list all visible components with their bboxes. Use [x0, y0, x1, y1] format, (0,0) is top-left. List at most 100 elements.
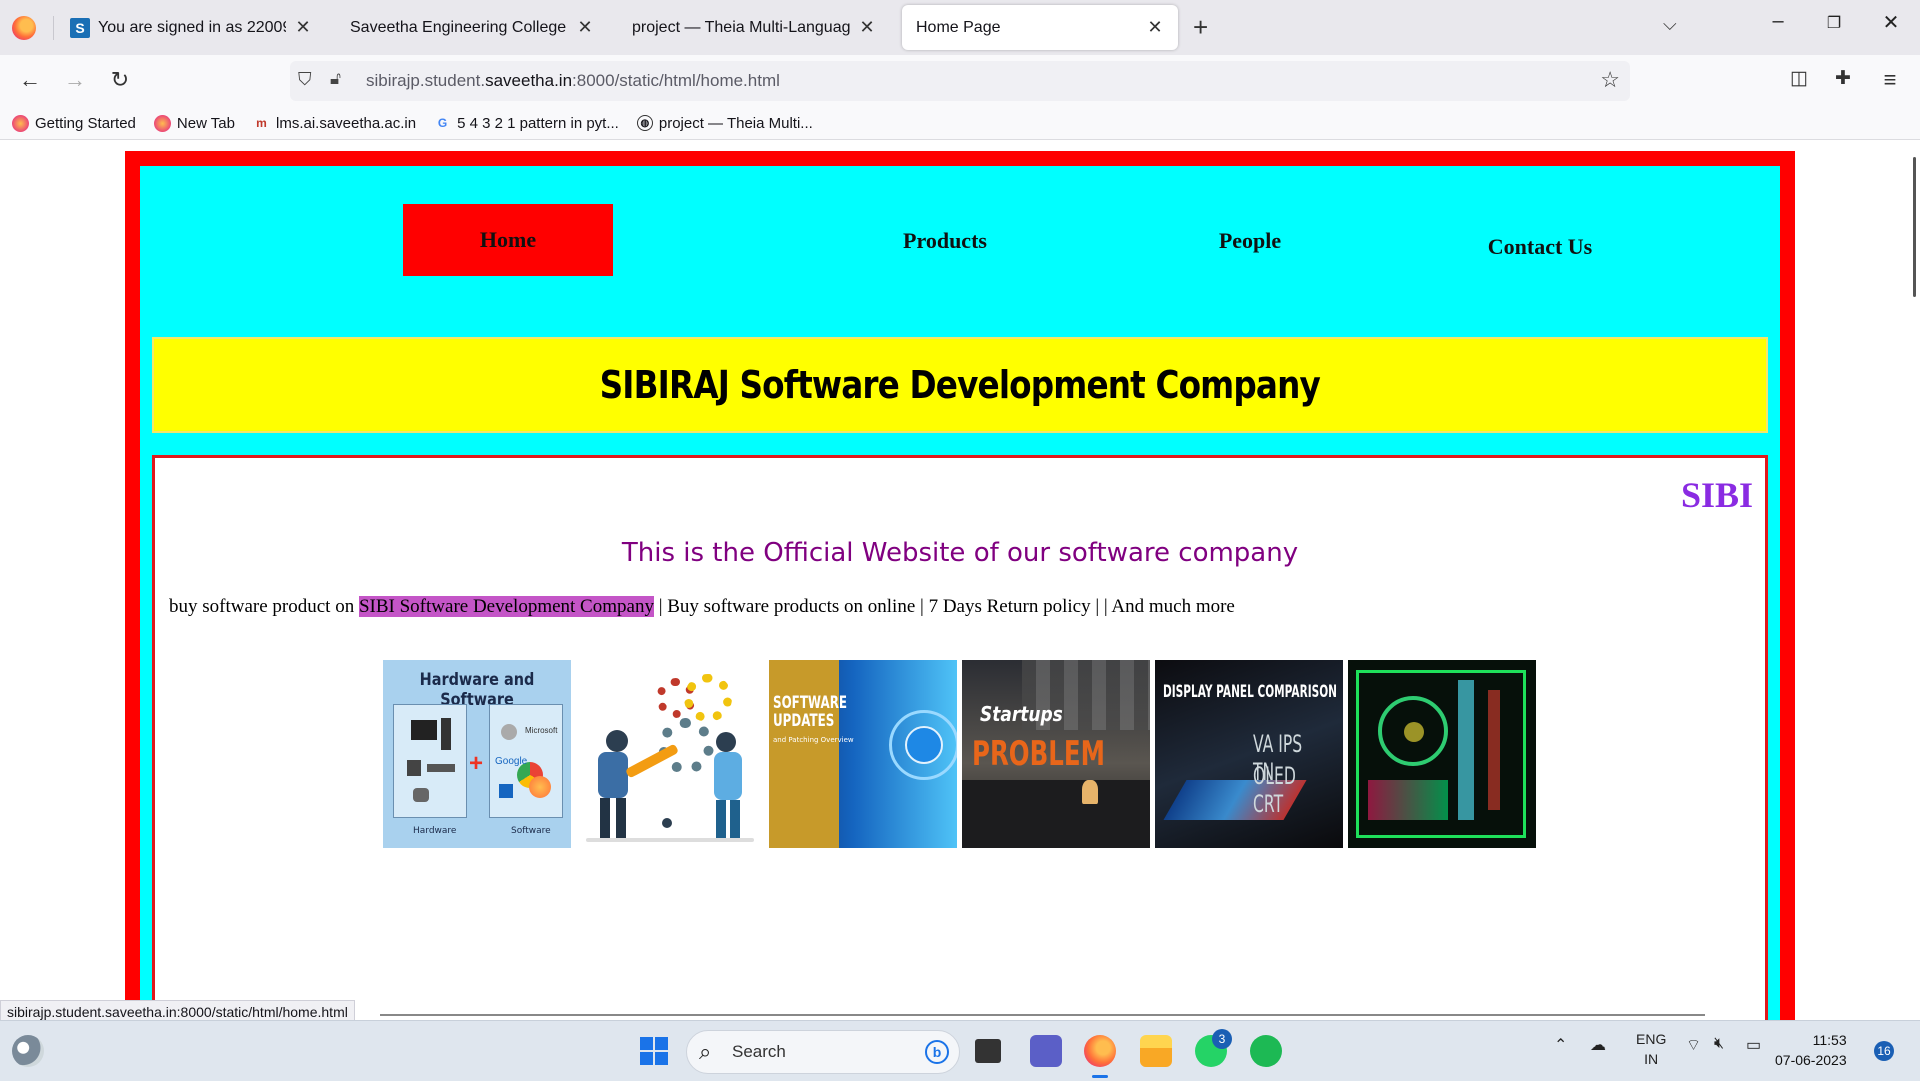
bookmark-project[interactable]: ◍ project — Theia Multi... [636, 114, 813, 132]
image-caption: UPDATES [773, 711, 835, 731]
menu-hamburger-icon[interactable]: ≡ [1875, 67, 1905, 93]
whatsapp-badge: 3 [1212, 1029, 1232, 1049]
image-caption: and Patching Overview [773, 736, 854, 744]
speaker-muted-icon[interactable]: 🔇︎ [1714, 1035, 1724, 1053]
horizontal-scrollbar[interactable] [380, 1014, 1705, 1016]
tracking-shield-icon[interactable]: ⛉ [298, 69, 312, 90]
image-caption: SOFTWARE [773, 693, 848, 713]
content-box: SIBI This is the Official Website of our… [152, 455, 1768, 1041]
close-icon[interactable]: ✕ [576, 17, 594, 38]
image-caption: Hardware [413, 826, 457, 836]
forward-arrow-icon[interactable]: → [60, 67, 90, 93]
teams-chat-icon[interactable] [1030, 1035, 1062, 1067]
search-label: Search [732, 1042, 786, 1061]
pocket-icon[interactable]: ◫ [1784, 67, 1814, 90]
banner-title: SIBIRAJ Software Development Company [599, 363, 1321, 407]
tab-label: project — Theia Multi-Language Ex [632, 18, 850, 36]
vertical-scrollbar[interactable] [1913, 157, 1916, 297]
bookmark-star-icon[interactable]: ☆ [1600, 67, 1620, 93]
extensions-icon[interactable]: ✚ [1828, 67, 1858, 90]
tab-saveetha[interactable]: Saveetha Engineering College ✕ [336, 5, 608, 50]
image-caption: PROBLEM [972, 734, 1105, 774]
bing-icon[interactable]: b [925, 1040, 949, 1064]
language-indicator[interactable]: ENG IN [1636, 1029, 1666, 1069]
notification-count-badge[interactable]: 16 [1874, 1041, 1894, 1061]
close-icon[interactable]: ✕ [1146, 17, 1164, 38]
taskbar-search[interactable]: ⌕ Search b [686, 1030, 960, 1074]
active-app-indicator [1092, 1075, 1108, 1078]
image-caption: Startups [980, 702, 1063, 726]
info-text: buy software product on [169, 596, 359, 617]
weather-widget-icon[interactable] [12, 1035, 44, 1067]
tab-label: Home Page [916, 18, 1001, 36]
back-arrow-icon[interactable]: ← [15, 67, 45, 93]
clock-date: 07-06-2023 [1775, 1052, 1847, 1068]
language-label: ENG [1636, 1031, 1667, 1047]
show-hidden-icons-chevron-icon[interactable]: ⌃ [1554, 1035, 1567, 1055]
menu-home[interactable]: Home [403, 204, 613, 276]
file-explorer-icon[interactable] [1140, 1035, 1172, 1067]
task-view-icon[interactable] [975, 1039, 1001, 1063]
search-icon: ⌕ [699, 1039, 712, 1064]
tab-label: Saveetha Engineering College [350, 18, 567, 36]
bookmark-new-tab[interactable]: New Tab [153, 114, 235, 132]
reload-icon[interactable]: ↻ [105, 67, 135, 93]
bookmark-label: New Tab [176, 114, 235, 132]
url-bar[interactable]: ⛉ 🔓︎ sibirajp.student.saveetha.in:8000/s… [290, 61, 1630, 101]
bookmark-pattern[interactable]: G 5 4 3 2 1 pattern in pyt... [434, 115, 619, 132]
onedrive-cloud-icon[interactable]: ☁ [1590, 1035, 1606, 1055]
close-icon[interactable]: ✕ [294, 17, 312, 38]
menu-people[interactable]: People [1180, 228, 1320, 254]
tab-separator [53, 16, 54, 40]
window-close-icon[interactable]: ✕ [1871, 10, 1911, 35]
menu-products[interactable]: Products [860, 228, 1030, 254]
tab-label: You are signed in as 22009463 [98, 18, 286, 36]
image-caption: OLED CRT [1253, 762, 1296, 818]
web-page: Home Products People Contact Us SIBIRAJ … [0, 141, 1895, 1041]
tab-home-page[interactable]: Home Page ✕ [902, 5, 1178, 50]
wifi-icon[interactable]: ⌔ [1686, 1035, 1701, 1055]
bookmark-label: Getting Started [35, 114, 136, 132]
bookmark-lms[interactable]: m lms.ai.saveetha.ac.in [253, 115, 416, 132]
clock-time: 11:53 [1812, 1032, 1847, 1048]
tagline: This is the Official Website of our soft… [621, 538, 1299, 568]
rgb-pc-build-image [1348, 660, 1536, 848]
site-container: Home Products People Contact Us SIBIRAJ … [140, 166, 1780, 1041]
image-caption: DISPLAY PANEL COMPARISON [1163, 682, 1337, 702]
bookmark-label: 5 4 3 2 1 pattern in pyt... [457, 114, 619, 132]
software-updates-image: SOFTWARE UPDATES and Patching Overview [769, 660, 957, 848]
tab-signed-in[interactable]: S You are signed in as 22009463 ✕ [56, 5, 326, 50]
new-tab-plus-icon[interactable]: + [1193, 12, 1208, 43]
windows-taskbar: ⌕ Search b 3 ⌃ ☁ ENG IN ⌔ 🔇︎ ▭ 11:53 07-… [0, 1020, 1920, 1081]
tab-project[interactable]: project — Theia Multi-Language Ex ✕ [618, 5, 890, 50]
windows-start-icon[interactable] [638, 1035, 670, 1067]
menu-contact-us[interactable]: Contact Us [1440, 234, 1640, 260]
display-panel-comparison-image: DISPLAY PANEL COMPARISON VA IPS TN OLED … [1155, 660, 1343, 848]
firefox-icon [12, 114, 29, 132]
company-banner: SIBIRAJ Software Development Company [152, 337, 1768, 433]
info-text: | Buy software products on online | 7 Da… [653, 596, 1235, 617]
clock[interactable]: 11:53 07-06-2023 [1775, 1030, 1847, 1070]
close-icon[interactable]: ✕ [858, 17, 876, 38]
url-text[interactable]: sibirajp.student.saveetha.in:8000/static… [366, 71, 780, 91]
lms-icon: m [256, 116, 267, 130]
saveetha-s-icon: S [70, 17, 90, 38]
globe-icon: ◍ [636, 115, 653, 131]
sibi-label: SIBI [1680, 475, 1753, 515]
spotify-icon[interactable] [1250, 1035, 1282, 1067]
restore-icon[interactable]: ❐ [1814, 13, 1854, 33]
info-line: buy software product on SIBI Software De… [169, 596, 1235, 618]
bookmark-getting-started[interactable]: Getting Started [12, 114, 136, 132]
startups-problem-image: Startups PROBLEM [962, 660, 1150, 848]
insecure-lock-icon[interactable]: 🔓︎ [330, 69, 341, 89]
bookmark-label: project — Theia Multi... [658, 114, 813, 132]
navigation-toolbar: ← → ↻ ⛉ 🔓︎ sibirajp.student.saveetha.in:… [0, 55, 1920, 107]
firefox-taskbar-icon[interactable] [1084, 1035, 1116, 1067]
battery-icon[interactable]: ▭ [1746, 1035, 1761, 1055]
tab-strip: S You are signed in as 22009463 ✕ Saveet… [0, 0, 1920, 55]
list-all-tabs-chevron-icon[interactable]: ⌵ [1663, 14, 1677, 35]
firefox-icon[interactable] [12, 16, 36, 40]
minimize-icon[interactable]: – [1758, 10, 1798, 33]
teamwork-gears-image [576, 660, 764, 848]
firefox-icon [153, 114, 171, 132]
